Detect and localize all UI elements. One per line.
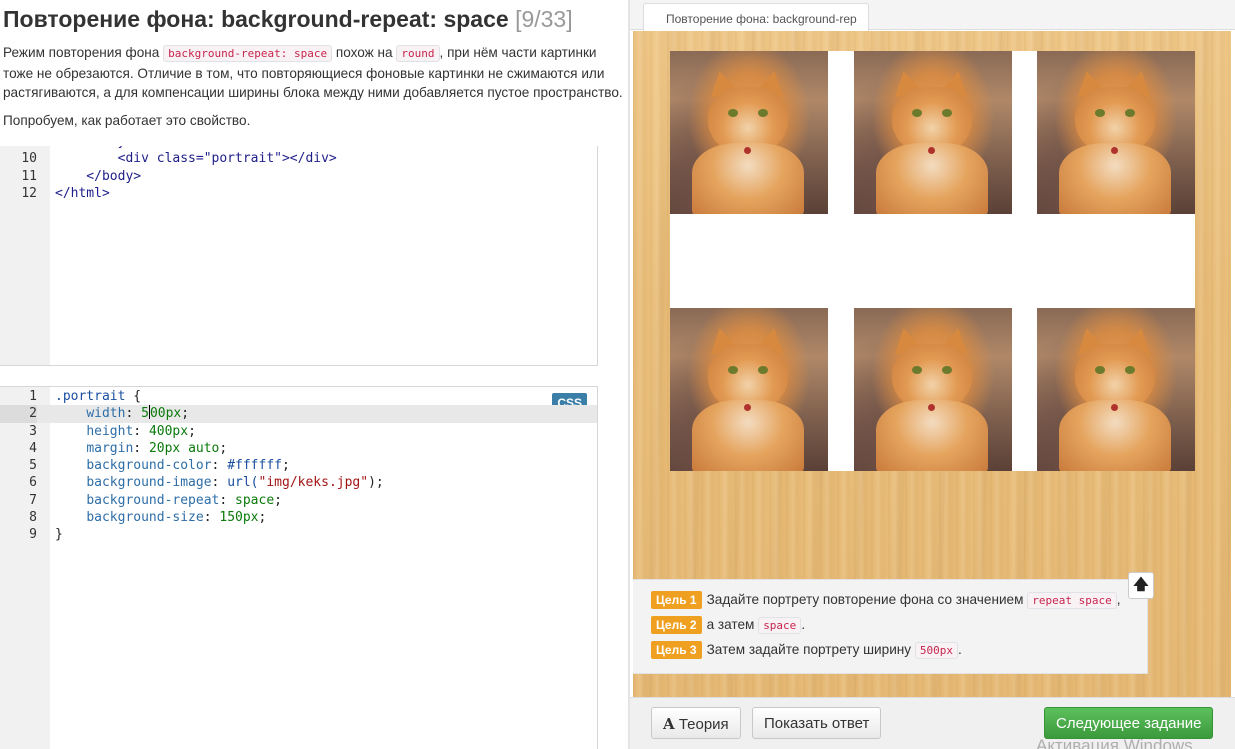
lesson-paragraph-2: Попробуем, как работает это свойство. xyxy=(3,112,251,128)
code-text: <div class="portrait"></div> xyxy=(55,151,337,167)
cat-image xyxy=(1037,308,1195,471)
css-property: margin xyxy=(86,440,134,456)
code-line: 5 background-color: #ffffff; xyxy=(0,457,597,474)
cat-image xyxy=(854,308,1012,471)
goal-item: Цель 3 Затем задайте портрету ширину 500p… xyxy=(651,641,962,659)
line-number: 2 xyxy=(0,405,37,423)
code-line: 12 </html> xyxy=(0,185,597,202)
theory-icon: A xyxy=(663,715,675,733)
line-number: 7 xyxy=(29,492,37,508)
css-property: background-repeat xyxy=(86,492,220,508)
html-editor[interactable]: 9 <body> 10 <div class="portrait"></div>… xyxy=(0,137,598,366)
paragraph-text: Режим повторения фона xyxy=(3,45,164,60)
preview-tab[interactable]: Повторение фона: background-rep xyxy=(643,3,869,31)
code-line: 11 </body> xyxy=(0,168,597,185)
css-keyword: auto xyxy=(188,440,220,456)
line-number: 10 xyxy=(21,151,37,167)
inline-code: space xyxy=(758,617,802,634)
cat-image xyxy=(1037,51,1195,214)
goal-badge: Цель 3 xyxy=(651,641,702,659)
code-line-active: 2 width: 500px; xyxy=(0,405,597,423)
line-number: 9 xyxy=(29,527,37,543)
lesson-counter: [9/33] xyxy=(515,6,573,32)
preview-tabbar: Повторение фона: background-rep xyxy=(630,0,1235,31)
left-pane: 9 <body> 10 <div class="portrait"></div>… xyxy=(0,0,628,749)
line-number: 1 xyxy=(29,389,37,404)
css-value: 400px xyxy=(148,423,189,439)
line-number: 11 xyxy=(21,168,37,184)
goal-item: Цель 2 а затем space. xyxy=(651,616,805,634)
css-property: background-size xyxy=(86,510,204,526)
lesson-paragraph-1: Режим повторения фона background-repeat:… xyxy=(3,43,625,103)
css-editor[interactable]: CSS 1 .portrait { 2 width: 500px; 3 heig… xyxy=(0,386,598,749)
goal-text: Задайте портрету повторение фона со знач… xyxy=(706,592,1024,607)
code-line: 10 <div class="portrait"></div> xyxy=(0,150,597,167)
show-answer-label: Показать ответ xyxy=(764,715,870,732)
line-number: 4 xyxy=(29,440,37,456)
arrow-up-icon: 🡅 xyxy=(1133,576,1149,593)
css-selector: .portrait xyxy=(55,389,126,404)
css-property: width xyxy=(86,406,126,422)
line-number: 8 xyxy=(29,510,37,526)
next-task-label: Следующее задание xyxy=(1056,715,1202,732)
theory-button-label: Теория xyxy=(678,716,729,733)
line-number: 6 xyxy=(29,475,37,491)
css-value: 20px xyxy=(148,440,181,456)
css-value: 00px xyxy=(149,406,182,422)
windows-activation-watermark: Активация Windows xyxy=(1036,736,1193,749)
goal-badge: Цель 1 xyxy=(651,591,702,609)
css-value: 5 xyxy=(141,406,149,422)
css-value: #ffffff xyxy=(227,458,282,474)
next-task-button[interactable]: Следующее задание xyxy=(1044,707,1213,739)
portrait-block xyxy=(670,51,1195,471)
code-text: </html> xyxy=(55,185,110,201)
code-line: 6 background-image: url("img/keks.jpg"); xyxy=(0,474,597,491)
preview-tab-label: Повторение фона: background-rep xyxy=(666,12,857,26)
goal-suffix: , xyxy=(1116,592,1121,607)
collapse-goals-button[interactable]: 🡅 xyxy=(1128,572,1154,599)
goal-suffix: . xyxy=(958,642,962,657)
code-line: 1 .portrait { xyxy=(0,388,597,405)
code-line: 7 background-repeat: space; xyxy=(0,492,597,509)
goal-text: а затем xyxy=(706,617,755,632)
lesson-title-text: Повторение фона: background-repeat: spac… xyxy=(3,6,509,32)
css-function: url( xyxy=(227,475,259,491)
code-line: 9 } xyxy=(0,526,597,543)
code-line: 3 height: 400px; xyxy=(0,423,597,440)
goal-item: Цель 1 Задайте портрету повторение фона с… xyxy=(651,591,1121,609)
goals-panel: Цель 1 Задайте портрету повторение фона с… xyxy=(633,579,1148,674)
show-answer-button[interactable]: Показать ответ xyxy=(752,707,882,739)
cat-image xyxy=(670,51,828,214)
pane-divider[interactable] xyxy=(628,0,630,749)
goal-text: Затем задайте портрету ширину xyxy=(706,642,912,657)
cat-image xyxy=(670,308,828,471)
inline-code: background-repeat: space xyxy=(163,45,333,62)
css-value: 150px xyxy=(219,510,259,526)
paragraph-text: похож на xyxy=(332,45,397,60)
css-property: background-color xyxy=(86,458,212,474)
code-punct: } xyxy=(55,527,63,543)
css-string: "img/keks.jpg" xyxy=(258,475,369,491)
goal-suffix: . xyxy=(801,617,806,632)
goal-badge: Цель 2 xyxy=(651,616,702,634)
code-line: 8 background-size: 150px; xyxy=(0,509,597,526)
lesson-title: Повторение фона: background-repeat: spac… xyxy=(3,6,625,33)
inline-code: round xyxy=(396,45,440,62)
css-property: background-image xyxy=(86,475,212,491)
code-line: 4 margin: 20px auto; xyxy=(0,440,597,457)
css-property: height xyxy=(86,423,134,439)
theory-button[interactable]: A Теория xyxy=(651,707,741,739)
css-keyword: space xyxy=(235,492,275,508)
line-number: 5 xyxy=(29,458,37,474)
cat-image xyxy=(854,51,1012,214)
lesson-description: Повторение фона: background-repeat: spac… xyxy=(0,0,625,146)
line-number: 3 xyxy=(29,423,37,439)
code-text: </body> xyxy=(55,168,142,184)
line-number: 12 xyxy=(21,185,37,201)
code-punct: { xyxy=(125,389,142,404)
code-punct: ); xyxy=(368,475,384,491)
inline-code: 500px xyxy=(914,642,959,659)
inline-code: repeat space xyxy=(1027,592,1117,609)
app-root: 9 <body> 10 <div class="portrait"></div>… xyxy=(0,0,1235,749)
